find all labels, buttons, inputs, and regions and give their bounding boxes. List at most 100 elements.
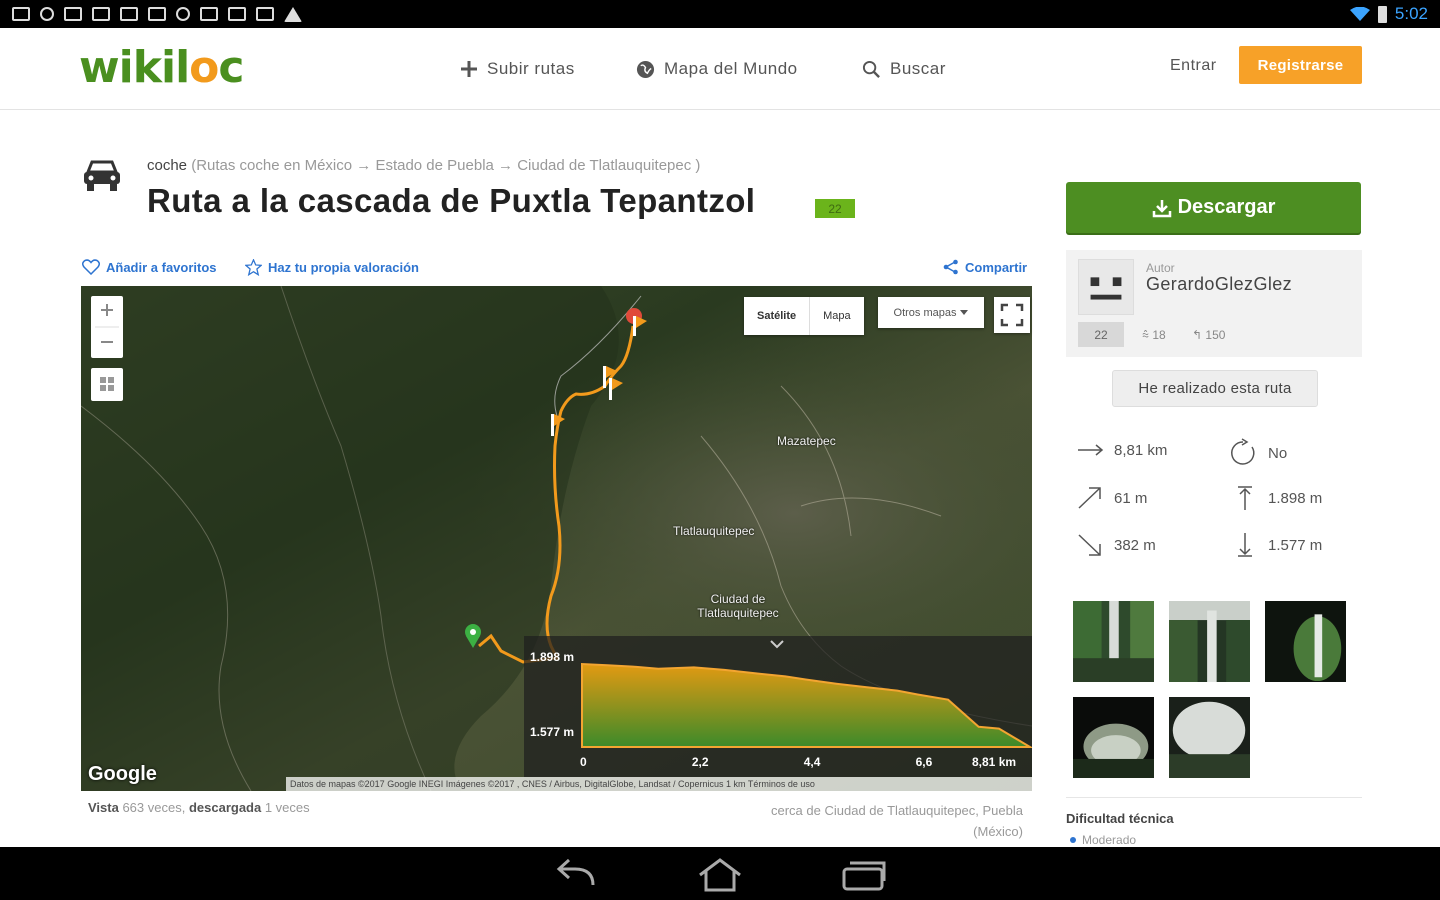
difficulty-label: Moderado bbox=[1082, 833, 1137, 847]
home-icon[interactable] bbox=[696, 857, 744, 893]
wikiloc-logo[interactable]: wikiloc bbox=[79, 42, 244, 93]
google-logo: Google bbox=[88, 763, 157, 785]
route-rank-badge: 22 bbox=[815, 199, 855, 218]
elevation-min-label: 1.577 m bbox=[530, 725, 575, 739]
rate-link[interactable]: Haz tu propia valoración bbox=[245, 259, 419, 276]
route-photo[interactable] bbox=[1071, 599, 1156, 684]
route-done-button[interactable]: He realizado esta ruta bbox=[1112, 370, 1318, 407]
download-label: Descargar bbox=[1177, 196, 1276, 218]
breadcrumb: coche (Rutas coche en México → Estado de… bbox=[147, 157, 700, 174]
views-label: Vista bbox=[88, 800, 119, 815]
x-tick-label: 8,81 km bbox=[972, 755, 1016, 769]
logo-text: wikil bbox=[79, 42, 190, 93]
distance-icon bbox=[1078, 444, 1104, 456]
warning-icon bbox=[284, 6, 302, 22]
loop-icon bbox=[1231, 438, 1255, 465]
notification-icon bbox=[176, 7, 190, 21]
difficulty-title: Dificultad técnica bbox=[1066, 811, 1174, 826]
elevation-area bbox=[581, 662, 1032, 748]
status-right: 5:02 bbox=[1349, 4, 1428, 24]
min-altitude-icon bbox=[1238, 533, 1252, 557]
route-photo[interactable] bbox=[1263, 599, 1348, 684]
car-icon bbox=[84, 160, 120, 191]
notification-icon bbox=[256, 7, 274, 21]
logo-text-end: c bbox=[218, 42, 244, 93]
max-altitude-value: 1.898 m bbox=[1268, 489, 1323, 507]
elevation-max-label: 1.898 m bbox=[530, 650, 575, 664]
views-count: 663 veces, bbox=[118, 800, 189, 815]
nav-search[interactable]: Buscar bbox=[862, 28, 946, 110]
star-icon bbox=[245, 259, 262, 276]
downloads-count: 1 veces bbox=[261, 800, 310, 815]
android-status-bar: 5:02 bbox=[0, 0, 1440, 28]
metric-distance: 8,81 km bbox=[1076, 440, 1167, 460]
x-tick-label: 0 bbox=[580, 755, 587, 769]
nav-world-map-label: Mapa del Mundo bbox=[664, 59, 798, 78]
nav-world-map[interactable]: Mapa del Mundo bbox=[636, 28, 798, 110]
back-icon[interactable] bbox=[553, 857, 599, 891]
distance-value: 8,81 km bbox=[1114, 441, 1168, 459]
route-photo[interactable] bbox=[1167, 695, 1252, 780]
notification-icon bbox=[148, 7, 166, 21]
elevation-profile[interactable]: 0 2,2 4,4 6,6 8,81 km 1.898 m 1.577 m bbox=[524, 636, 1032, 777]
chevron-down-icon bbox=[960, 310, 969, 315]
login-link[interactable]: Entrar bbox=[1170, 57, 1217, 75]
metric-elevation-gain: 61 m bbox=[1076, 485, 1147, 511]
add-favorite-link[interactable]: Añadir a favoritos bbox=[82, 259, 217, 275]
route-photo[interactable] bbox=[1071, 695, 1156, 780]
arrow-up-right-icon bbox=[1078, 487, 1101, 509]
breadcrumb-category[interactable]: coche bbox=[147, 157, 187, 174]
avatar[interactable] bbox=[1078, 259, 1134, 315]
author-name[interactable]: GerardoGlezGlez bbox=[1146, 274, 1292, 295]
difficulty-value: Moderado bbox=[1070, 833, 1136, 847]
grid-icon bbox=[100, 377, 114, 391]
battery-icon bbox=[1377, 5, 1387, 23]
author-followers-stat: ↰ 150 bbox=[1192, 328, 1226, 342]
logo-o: o bbox=[189, 42, 219, 93]
breadcrumb-path[interactable]: (Rutas coche en México → Estado de Puebl… bbox=[187, 157, 700, 174]
other-maps-dropdown[interactable]: Otros mapas bbox=[878, 297, 984, 328]
download-button[interactable]: Descargar bbox=[1066, 182, 1361, 233]
map-attribution[interactable]: Datos de mapas ©2017 Google INEGI Imágen… bbox=[286, 777, 1032, 791]
metric-loop: No bbox=[1228, 438, 1287, 468]
share-label: Compartir bbox=[965, 259, 1028, 275]
loop-value: No bbox=[1268, 444, 1288, 462]
layers-control[interactable] bbox=[91, 368, 123, 401]
author-routes-count: 18 bbox=[1152, 328, 1166, 342]
route-photo[interactable] bbox=[1167, 599, 1252, 684]
metric-elevation-loss: 382 m bbox=[1076, 532, 1156, 558]
chevron-down-icon[interactable] bbox=[770, 640, 784, 649]
notification-icon bbox=[120, 7, 138, 21]
page-title: Ruta a la cascada de Puxtla Tepantzol bbox=[147, 182, 756, 219]
notification-icons bbox=[12, 6, 302, 22]
android-nav-bar bbox=[0, 847, 1440, 900]
recent-apps-icon[interactable] bbox=[840, 857, 888, 893]
downloaded-label: descargada bbox=[188, 800, 262, 815]
notification-icon bbox=[64, 7, 82, 21]
register-button[interactable]: Registrarse bbox=[1239, 46, 1362, 84]
notification-icon bbox=[92, 7, 110, 21]
zoom-control[interactable] bbox=[91, 296, 123, 358]
nav-search-label: Buscar bbox=[890, 59, 946, 78]
town-label: Mazatepec bbox=[777, 434, 836, 448]
add-favorite-label: Añadir a favoritos bbox=[106, 259, 217, 275]
plus-icon bbox=[461, 61, 477, 77]
share-icon bbox=[943, 259, 958, 275]
satellite-button[interactable]: Satélite bbox=[744, 297, 811, 335]
share-link[interactable]: Compartir bbox=[943, 259, 1027, 275]
difficulty-dot-icon bbox=[1070, 837, 1076, 843]
globe-icon bbox=[636, 60, 655, 78]
other-maps-label: Otros mapas bbox=[893, 306, 957, 319]
x-tick-label: 2,2 bbox=[692, 755, 709, 769]
x-tick-label: 4,4 bbox=[804, 755, 821, 769]
x-tick-label: 6,6 bbox=[916, 755, 933, 769]
nav-upload[interactable]: Subir rutas bbox=[460, 28, 575, 110]
section-divider bbox=[1066, 797, 1362, 798]
search-icon bbox=[862, 60, 880, 78]
elevation-gain-value: 61 m bbox=[1114, 489, 1148, 507]
map-button[interactable]: Mapa bbox=[810, 297, 864, 335]
heart-icon bbox=[82, 259, 100, 275]
fullscreen-button[interactable] bbox=[994, 297, 1030, 333]
arrow-down-right-icon bbox=[1078, 534, 1101, 556]
zoom-icon bbox=[95, 304, 119, 343]
